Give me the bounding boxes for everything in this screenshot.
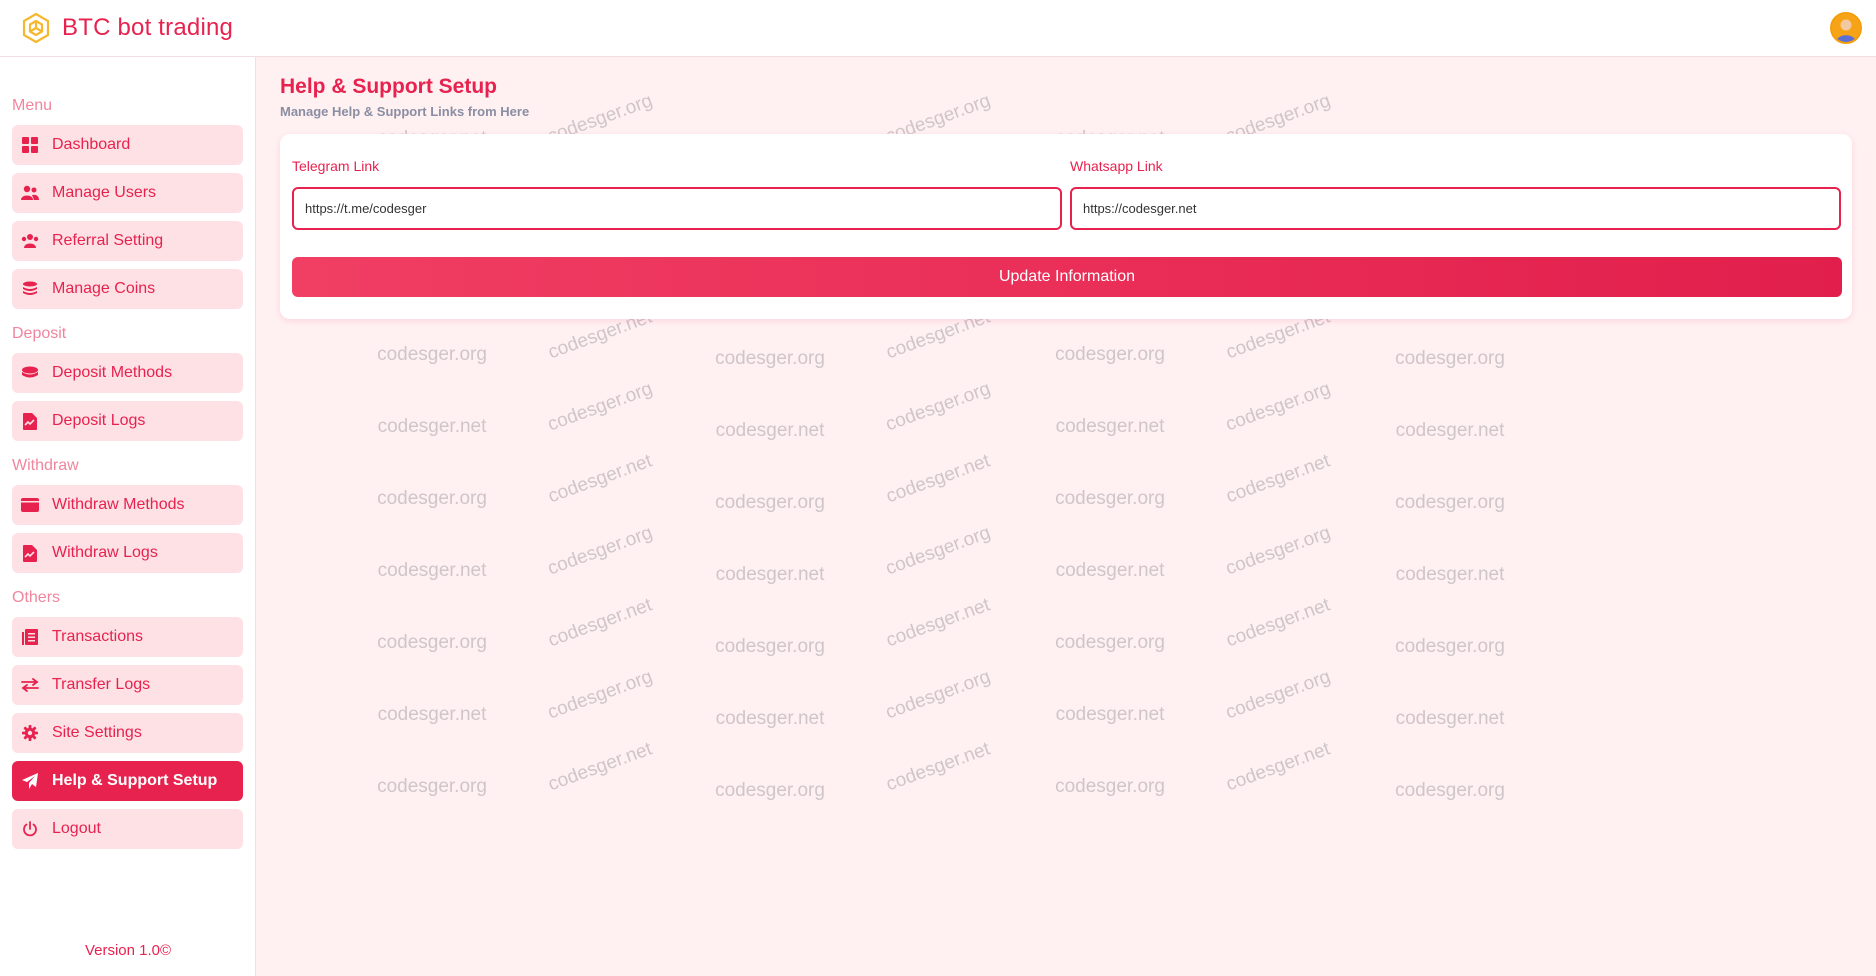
top-bar: BTC bot trading — [0, 0, 1876, 57]
page-subtitle: Manage Help & Support Links from Here — [280, 104, 530, 119]
sidebar-item-label: Dashboard — [52, 136, 131, 153]
sidebar-item-label: Site Settings — [52, 724, 142, 741]
sidebar-item-label: Manage Coins — [52, 280, 156, 297]
sidebar-item-label: Withdraw Logs — [52, 544, 158, 561]
power-icon — [20, 819, 40, 839]
sidebar-item-label: Transfer Logs — [52, 676, 151, 693]
referral-users-icon — [20, 231, 40, 251]
transfer-arrows-icon — [20, 675, 40, 695]
sidebar-item-deposit-logs[interactable]: Deposit Logs — [12, 401, 243, 441]
sidebar-item-manage-users[interactable]: Manage Users — [12, 173, 243, 213]
main-content: Help & Support Setup Manage Help & Suppo… — [257, 57, 1876, 976]
telegram-link-input[interactable] — [292, 187, 1062, 230]
sidebar-section-deposit: Deposit — [12, 325, 67, 342]
sidebar-section-others: Others — [12, 589, 61, 606]
sidebar-section-withdraw: Withdraw — [12, 457, 79, 474]
binance-logo-icon — [20, 12, 52, 44]
support-links-form: Telegram Link Whatsapp Link Update Infor… — [280, 134, 1852, 319]
sidebar-item-transactions[interactable]: Transactions — [12, 617, 243, 657]
page-title: Help & Support Setup — [280, 75, 497, 98]
gear-icon — [20, 723, 40, 743]
update-information-button[interactable]: Update Information — [292, 257, 1842, 297]
whatsapp-link-input[interactable] — [1070, 187, 1841, 230]
sidebar-item-withdraw-methods[interactable]: Withdraw Methods — [12, 485, 243, 525]
wallet-icon — [20, 495, 40, 515]
sidebar-item-label: Manage Users — [52, 184, 157, 201]
coins-icon — [20, 279, 40, 299]
sidebar-item-dashboard[interactable]: Dashboard — [12, 125, 243, 165]
sidebar-item-label: Withdraw Methods — [52, 496, 185, 513]
sidebar-section-menu: Menu — [12, 97, 53, 114]
brand[interactable]: BTC bot trading — [20, 12, 233, 44]
sidebar-item-label: Referral Setting — [52, 232, 164, 249]
sidebar-item-label: Deposit Logs — [52, 412, 146, 429]
telegram-link-label: Telegram Link — [292, 158, 380, 174]
users-icon — [20, 183, 40, 203]
sidebar-item-manage-coins[interactable]: Manage Coins — [12, 269, 243, 309]
sidebar-item-site-settings[interactable]: Site Settings — [12, 713, 243, 753]
app-title: BTC bot trading — [62, 14, 234, 41]
file-chart-icon — [20, 411, 40, 431]
paper-plane-icon — [20, 771, 40, 791]
file-chart-icon — [20, 543, 40, 563]
avatar[interactable] — [1830, 12, 1862, 44]
sidebar-item-withdraw-logs[interactable]: Withdraw Logs — [12, 533, 243, 573]
whatsapp-link-label: Whatsapp Link — [1070, 158, 1163, 174]
sidebar-item-referral-setting[interactable]: Referral Setting — [12, 221, 243, 261]
version-label: Version 1.0© — [84, 942, 172, 959]
deposit-coins-icon — [20, 363, 40, 383]
sidebar-item-logout[interactable]: Logout — [12, 809, 243, 849]
sidebar-item-transfer-logs[interactable]: Transfer Logs — [12, 665, 243, 705]
sidebar-item-label: Deposit Methods — [52, 364, 173, 381]
ledger-icon — [20, 627, 40, 647]
sidebar-item-label: Help & Support Setup — [52, 772, 218, 789]
dashboard-icon — [20, 135, 40, 155]
sidebar: Menu Dashboard Manage Users Referral Set… — [0, 57, 256, 976]
sidebar-item-deposit-methods[interactable]: Deposit Methods — [12, 353, 243, 393]
user-avatar-icon — [1832, 14, 1860, 42]
sidebar-item-help-support-setup[interactable]: Help & Support Setup — [12, 761, 243, 801]
sidebar-item-label: Transactions — [52, 628, 143, 645]
sidebar-item-label: Logout — [52, 820, 101, 837]
